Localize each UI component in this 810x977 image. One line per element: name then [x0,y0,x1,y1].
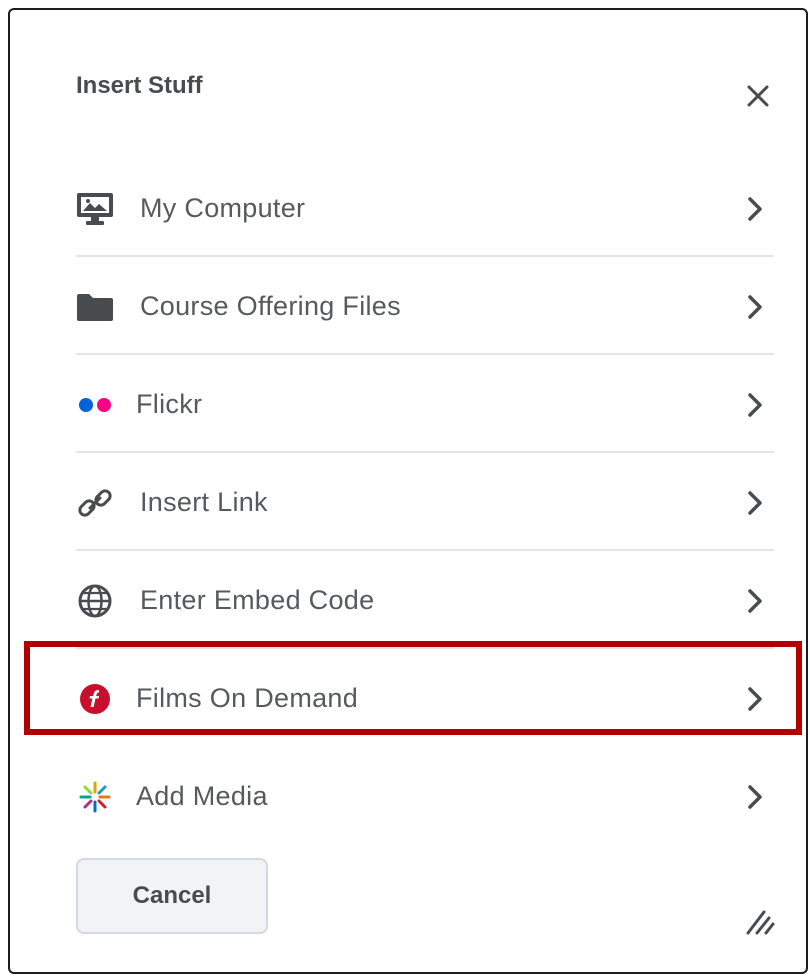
insert-item-films-on-demand[interactable]: Films On Demand [76,650,774,746]
insert-item-insert-link[interactable]: Insert Link [76,454,774,550]
dialog-title: Insert Stuff [76,72,203,99]
chevron-right-icon [748,295,762,319]
globe-icon [76,582,114,620]
flickr-icon [76,386,114,424]
link-icon [76,484,114,522]
resize-handle-icon[interactable] [744,906,778,936]
insert-item-add-media[interactable]: Add Media [76,748,774,844]
divider [76,353,774,355]
close-icon[interactable] [740,78,776,114]
insert-stuff-dialog: Insert Stuff My Computer Course Offering… [8,8,808,974]
films-on-demand-icon [76,680,114,718]
divider [76,255,774,257]
computer-monitor-icon [76,190,114,228]
insert-item-label: Enter Embed Code [140,585,375,615]
folder-icon [76,288,114,326]
insert-item-label: Add Media [136,781,268,811]
insert-item-label: Insert Link [140,487,268,517]
insert-item-flickr[interactable]: Flickr [76,356,774,452]
insert-item-label: Course Offering Files [140,291,401,321]
divider [76,549,774,551]
insert-item-enter-embed-code[interactable]: Enter Embed Code [76,552,774,648]
add-media-icon [76,778,114,816]
chevron-right-icon [748,197,762,221]
insert-item-course-offering-files[interactable]: Course Offering Files [76,258,774,354]
chevron-right-icon [748,687,762,711]
chevron-right-icon [748,785,762,809]
insert-item-label: Flickr [136,389,203,419]
insert-item-label: Films On Demand [136,683,359,713]
cancel-button[interactable]: Cancel [76,858,268,934]
chevron-right-icon [748,393,762,417]
insert-item-label: My Computer [140,193,306,223]
chevron-right-icon [748,491,762,515]
divider [76,451,774,453]
insert-item-my-computer[interactable]: My Computer [76,160,774,256]
divider [76,647,774,649]
chevron-right-icon [748,589,762,613]
